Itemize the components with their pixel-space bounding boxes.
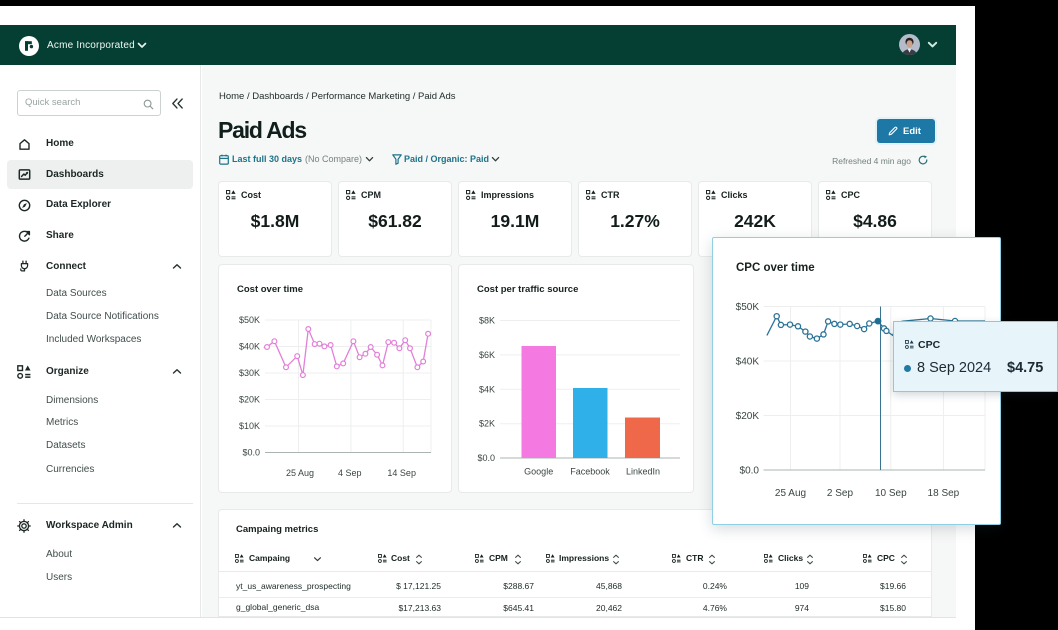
svg-text:$4K: $4K [479,384,495,394]
svg-text:$50K: $50K [239,315,260,325]
svg-text:$6K: $6K [479,350,495,360]
svg-text:$8K: $8K [479,316,495,326]
svg-text:$0.0: $0.0 [477,453,495,463]
svg-text:$40K: $40K [736,357,760,368]
svg-text:2 Sep: 2 Sep [827,488,854,499]
svg-text:$10K: $10K [239,421,260,431]
svg-text:14 Sep: 14 Sep [387,468,416,478]
svg-text:18 Sep: 18 Sep [928,488,960,499]
svg-text:Facebook: Facebook [570,467,610,477]
svg-text:Google: Google [524,467,553,477]
svg-text:$40K: $40K [239,342,260,352]
svg-text:4 Sep: 4 Sep [338,468,362,478]
svg-text:$30K: $30K [239,368,260,378]
svg-text:$0.0: $0.0 [242,448,260,458]
svg-text:LinkedIn: LinkedIn [626,467,660,477]
svg-text:$20K: $20K [239,395,260,405]
svg-text:10 Sep: 10 Sep [875,488,907,499]
svg-text:$2K: $2K [479,419,495,429]
svg-text:$20K: $20K [736,411,760,422]
svg-text:25 Aug: 25 Aug [775,488,806,499]
svg-text:25 Aug: 25 Aug [286,468,314,478]
svg-text:$0.0: $0.0 [740,466,760,477]
svg-text:$50K: $50K [736,302,760,313]
